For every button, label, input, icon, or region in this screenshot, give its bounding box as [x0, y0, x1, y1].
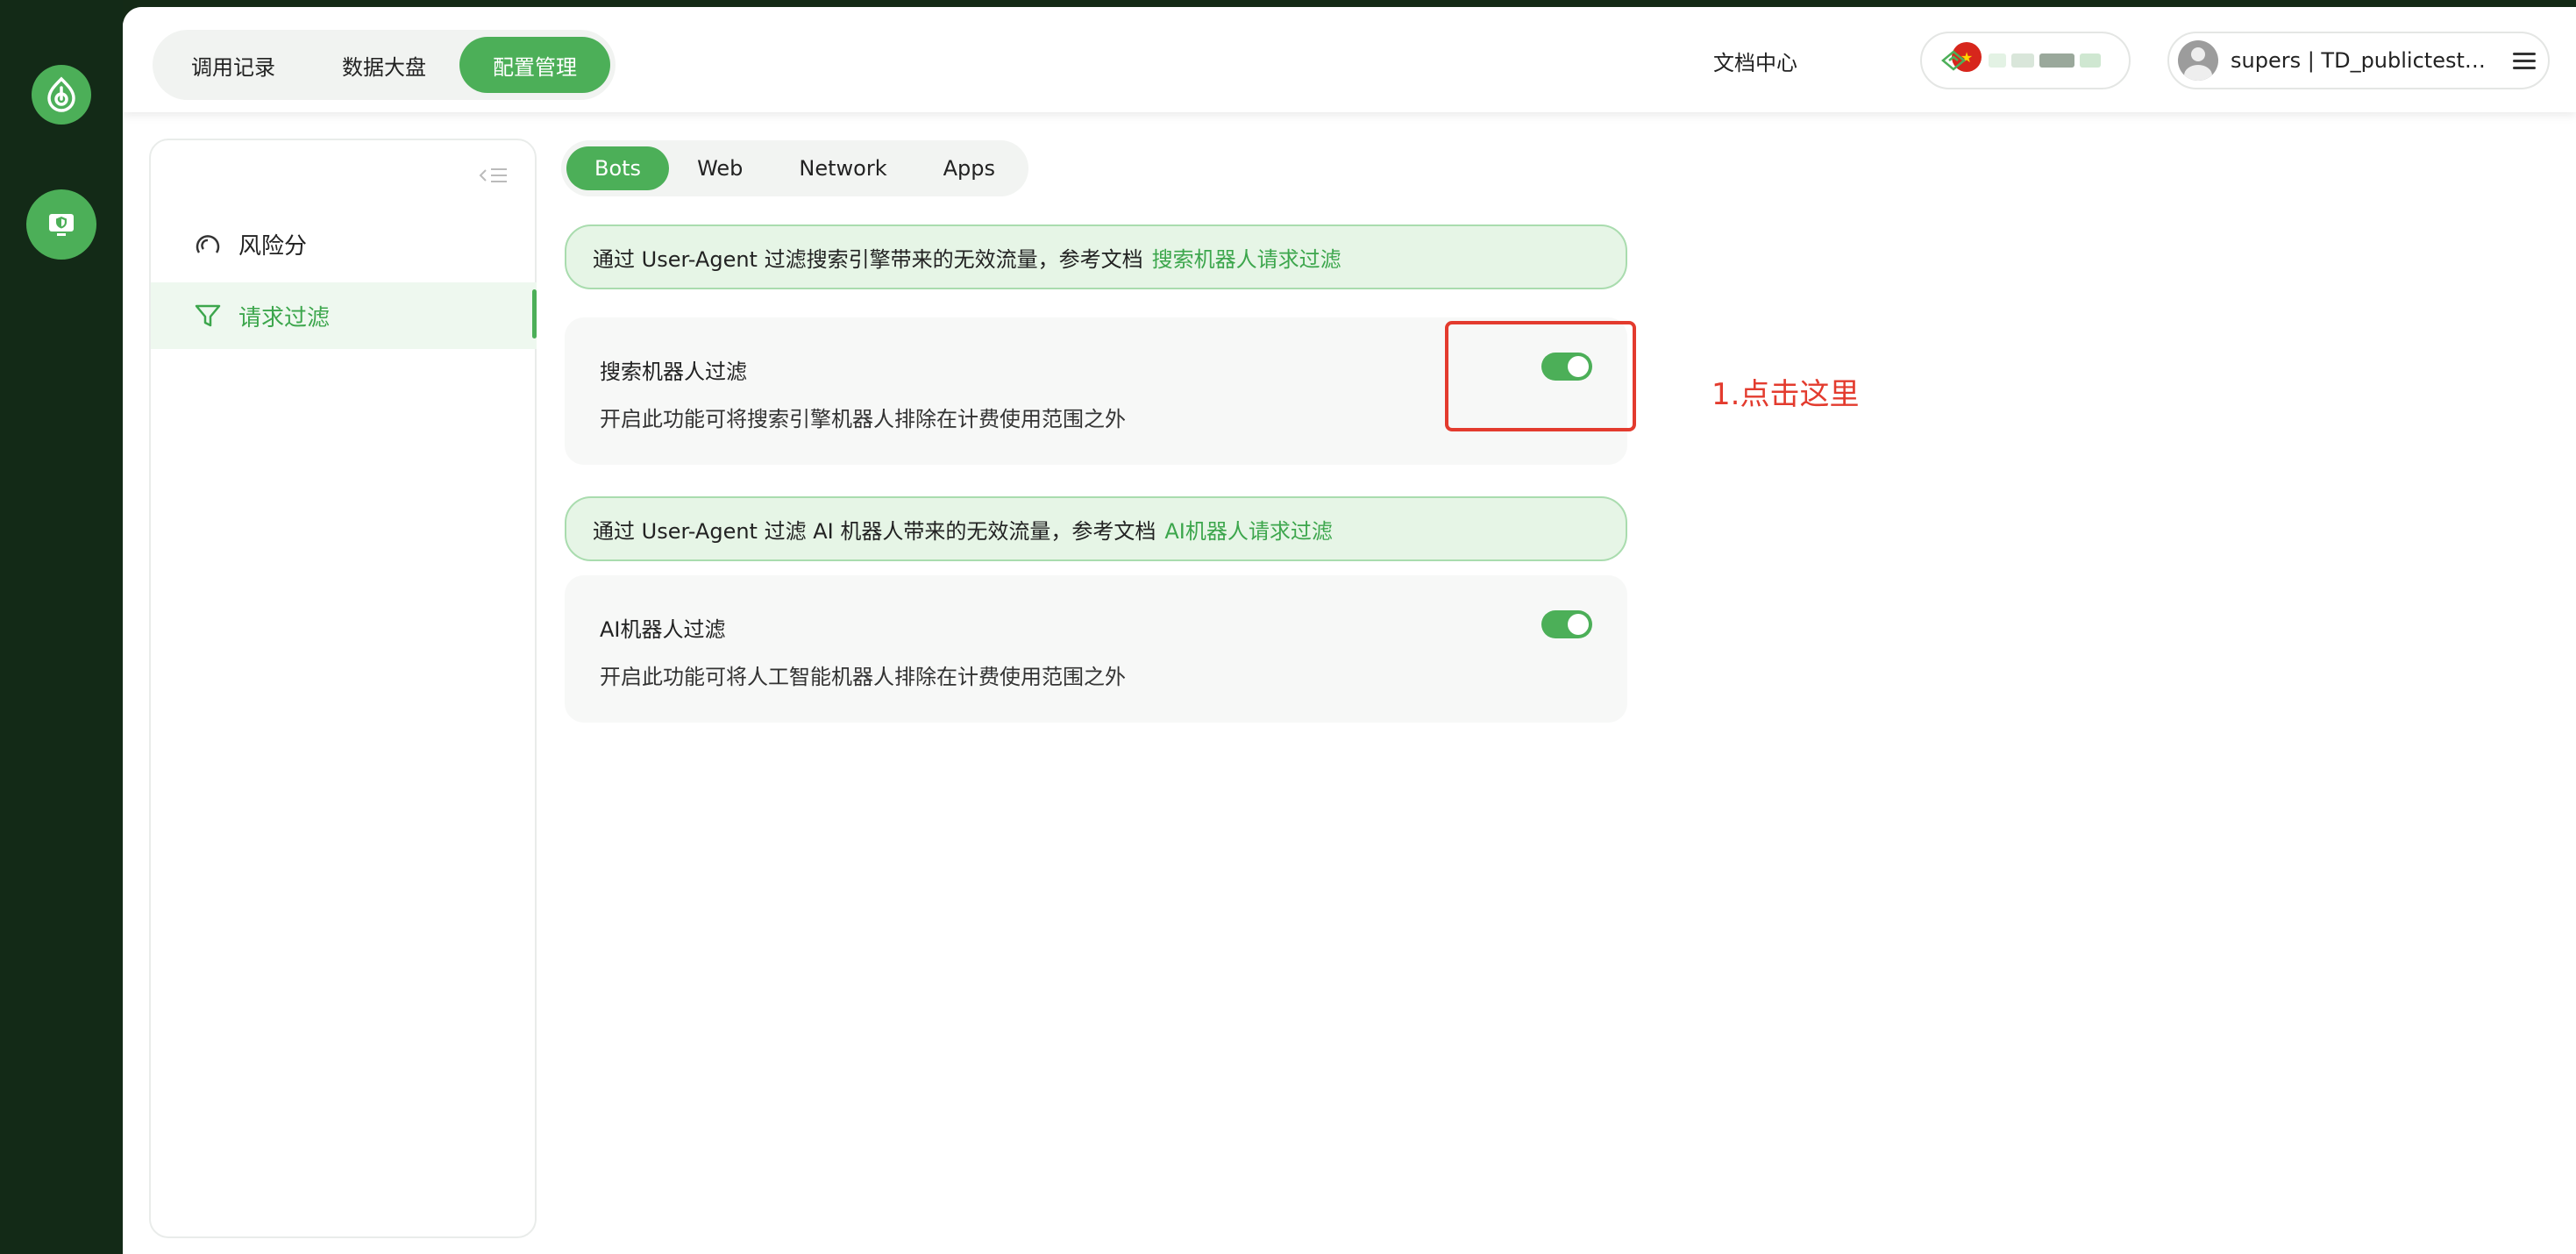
tab-bots[interactable]: Bots	[566, 146, 670, 190]
diamond-icon	[1941, 50, 1966, 71]
filter-icon	[193, 301, 223, 331]
sub-tabs: Bots Web Network Apps	[561, 140, 1028, 196]
annotation-text: 1.点击这里	[1711, 377, 1860, 412]
avatar	[2178, 40, 2218, 81]
gauge-icon	[193, 229, 223, 259]
shield-monitor-icon[interactable]	[26, 189, 96, 260]
tab-web[interactable]: Web	[669, 146, 771, 190]
sidebar-item-label: 请求过滤	[238, 304, 331, 331]
ai-bot-doc-link[interactable]: AI机器人请求过滤	[1164, 514, 1333, 545]
sidebar-item-request-filter[interactable]: 请求过滤	[151, 282, 537, 349]
collapse-sidebar-icon[interactable]	[479, 165, 509, 186]
card-description: 开启此功能可将人工智能机器人排除在计费使用范围之外	[600, 665, 1126, 689]
ai-bot-filter-card: AI机器人过滤 开启此功能可将人工智能机器人排除在计费使用范围之外	[565, 575, 1627, 723]
card-title: AI机器人过滤	[600, 617, 726, 642]
brand-logo-icon[interactable]	[32, 65, 91, 125]
account-menu[interactable]: supers | TD_publictest@...	[2167, 32, 2550, 89]
main-surface: 调用记录 数据大盘 配置管理 文档中心 ★ supers | TD_public…	[123, 7, 2576, 1254]
banner-text: 通过 User-Agent 过滤 AI 机器人带来的无效流量，参考文档	[593, 518, 1156, 544]
credit-balance-pill[interactable]	[1920, 32, 2131, 89]
search-bot-info-banner: 通过 User-Agent 过滤搜索引擎带来的无效流量，参考文档 搜索机器人请求…	[565, 224, 1627, 289]
ai-bot-filter-toggle[interactable]	[1541, 610, 1592, 638]
card-description: 开启此功能可将搜索引擎机器人排除在计费使用范围之外	[600, 407, 1126, 431]
doc-center-link[interactable]: 文档中心	[1713, 46, 1797, 76]
top-bar: 调用记录 数据大盘 配置管理 文档中心 ★ supers | TD_public…	[123, 7, 2576, 112]
account-name: supers | TD_publictest@...	[2231, 48, 2504, 73]
tab-config-management[interactable]: 配置管理	[459, 37, 610, 93]
tab-call-records[interactable]: 调用记录	[158, 37, 309, 93]
annotation-highlight-box	[1445, 321, 1636, 431]
tab-dashboard[interactable]: 数据大盘	[309, 37, 459, 93]
card-title: 搜索机器人过滤	[600, 360, 747, 384]
redacted-balance	[1989, 53, 2101, 68]
tab-network[interactable]: Network	[771, 146, 914, 190]
search-bot-doc-link[interactable]: 搜索机器人请求过滤	[1152, 242, 1341, 273]
app-rail	[0, 0, 123, 1254]
sidebar-item-risk-score[interactable]: 风险分	[151, 210, 537, 277]
sidebar-item-label: 风险分	[238, 232, 308, 260]
tab-apps[interactable]: Apps	[915, 146, 1023, 190]
banner-text: 通过 User-Agent 过滤搜索引擎带来的无效流量，参考文档	[593, 246, 1143, 272]
hamburger-menu-icon[interactable]	[2513, 48, 2536, 74]
ai-bot-info-banner: 通过 User-Agent 过滤 AI 机器人带来的无效流量，参考文档 AI机器…	[565, 496, 1627, 561]
top-nav: 调用记录 数据大盘 配置管理	[153, 30, 616, 100]
side-menu: 风险分 请求过滤	[149, 139, 537, 1238]
